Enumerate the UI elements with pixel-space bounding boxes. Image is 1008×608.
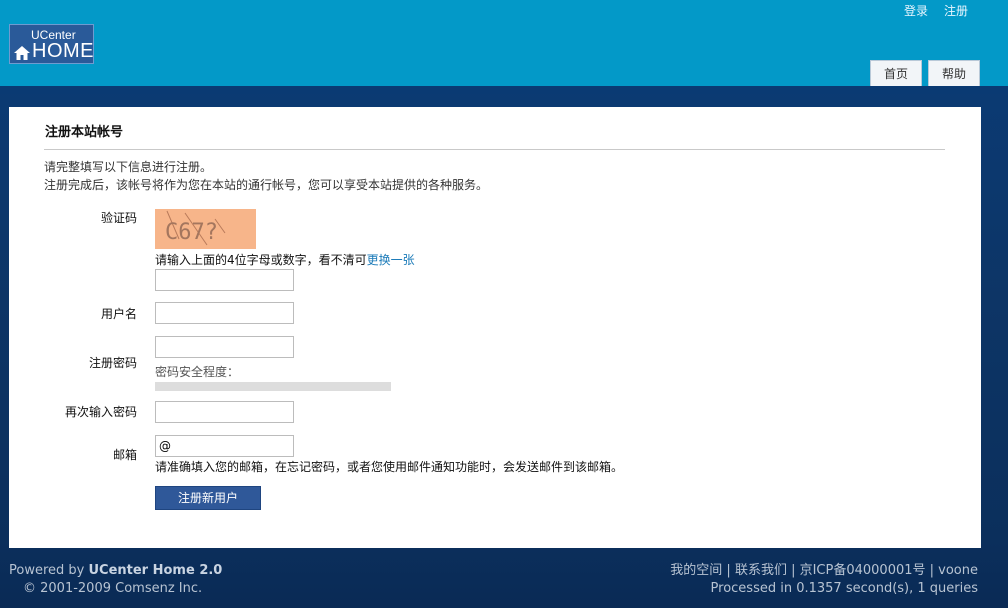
processed-info: Processed in 0.1357 second(s), 1 queries	[710, 581, 978, 596]
email-input[interactable]	[155, 435, 294, 457]
intro-line-1: 请完整填写以下信息进行注册。	[44, 160, 213, 174]
register-link[interactable]: 注册	[944, 2, 968, 19]
nav-home[interactable]: 首页	[869, 60, 922, 86]
email-label: 邮箱	[112, 448, 137, 462]
captcha-text: C67?	[165, 220, 218, 245]
captcha-input[interactable]	[155, 269, 294, 291]
password-strength-label: 密码安全程度：	[155, 365, 240, 379]
intro-line-2: 注册完成后，该帐号将作为您在本站的通行帐号，您可以享受本站提供的各种服务。	[44, 178, 489, 192]
title-divider	[44, 149, 945, 150]
powered-name[interactable]: UCenter Home 2.0	[88, 563, 222, 578]
captcha-refresh-link[interactable]: 更换一张	[367, 253, 415, 267]
header-divider	[0, 86, 1008, 94]
powered-by: Powered by UCenter Home 2.0	[9, 562, 222, 580]
page-title: 注册本站帐号	[45, 125, 124, 140]
register-submit-button[interactable]: 注册新用户	[155, 486, 261, 510]
password-label: 注册密码	[88, 356, 137, 370]
confirm-password-input[interactable]	[155, 401, 294, 423]
captcha-image[interactable]: C67?	[155, 209, 256, 249]
top-links: 登录 注册	[904, 2, 968, 19]
email-hint: 请准确填入您的邮箱，在忘记密码，或者您使用邮件通知功能时，会发送邮件到该邮箱。	[155, 460, 624, 474]
confirm-password-label: 再次输入密码	[64, 405, 137, 419]
site-logo[interactable]: UCenter HOME	[9, 24, 94, 64]
email-field-wrap	[155, 435, 294, 457]
copyright: © 2001-2009 Comsenz Inc.	[23, 581, 203, 596]
username-input[interactable]	[155, 302, 294, 324]
password-field-wrap	[155, 336, 294, 358]
footer-links[interactable]: 我的空间 | 联系我们 | 京ICP备04000001号 | voone	[670, 562, 978, 580]
footer-right: 我的空间 | 联系我们 | 京ICP备04000001号 | voone Pro…	[670, 562, 978, 598]
register-panel: 注册本站帐号 请完整填写以下信息进行注册。 注册完成后，该帐号将作为您在本站的通…	[9, 107, 981, 548]
logo-big-text: HOME	[32, 40, 94, 62]
house-icon	[14, 46, 30, 60]
main-nav: 首页 帮助	[869, 60, 980, 86]
powered-prefix: Powered by	[9, 563, 89, 578]
password-input[interactable]	[155, 336, 294, 358]
confirm-field-wrap	[155, 401, 294, 423]
password-strength-bar	[155, 382, 391, 391]
footer-left: Powered by UCenter Home 2.0 © 2001-2009 …	[9, 562, 222, 598]
captcha-graphic: C67?	[165, 210, 226, 246]
username-field-wrap	[155, 302, 294, 324]
login-link[interactable]: 登录	[904, 2, 928, 19]
captcha-field-wrap	[155, 269, 294, 291]
captcha-hint: 请输入上面的4位字母或数字，看不清可更换一张	[155, 251, 415, 268]
captcha-label: 验证码	[100, 211, 137, 225]
captcha-hint-text: 请输入上面的4位字母或数字，看不清可	[155, 253, 367, 267]
username-label: 用户名	[100, 307, 137, 321]
nav-help[interactable]: 帮助	[927, 60, 980, 86]
intro-text: 请完整填写以下信息进行注册。 注册完成后，该帐号将作为您在本站的通行帐号，您可以…	[44, 158, 488, 194]
